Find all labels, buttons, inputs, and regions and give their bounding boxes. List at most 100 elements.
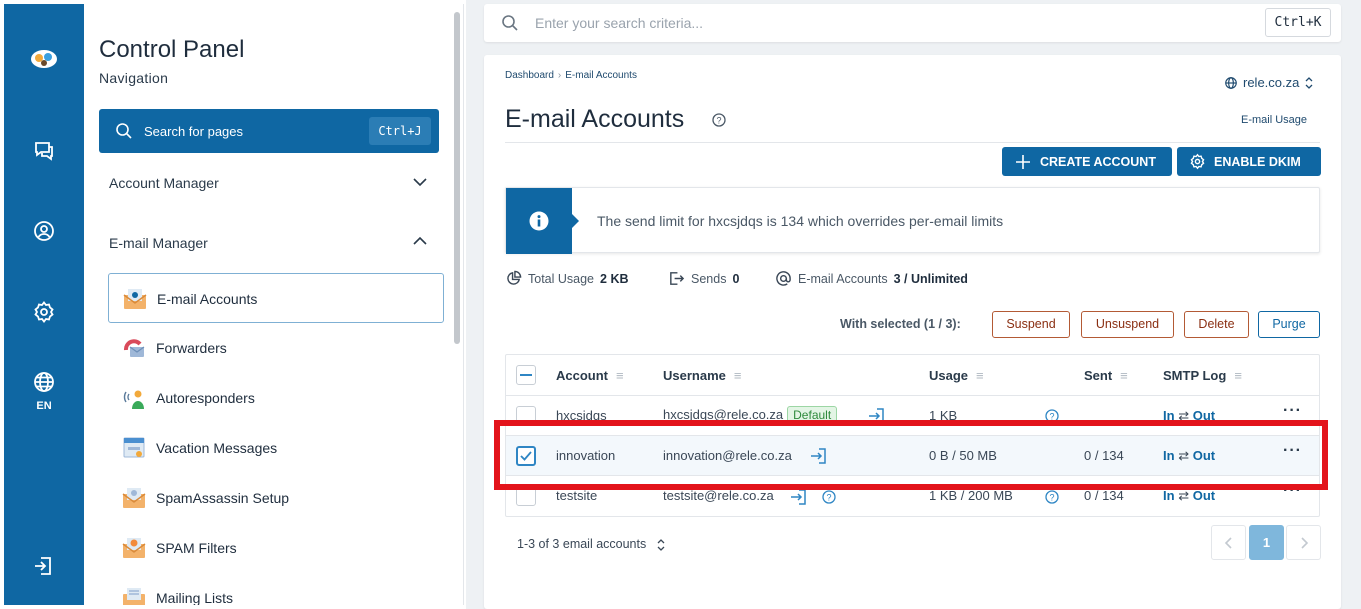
page-search-label: Search for pages <box>144 124 244 139</box>
nav-item-label: SpamAssassin Setup <box>156 490 290 506</box>
email-usage-link[interactable]: E-mail Usage <box>1241 114 1307 126</box>
page-search-button[interactable]: Search for pages Ctrl+J <box>99 109 439 153</box>
send-icon <box>670 272 685 285</box>
spam-filters-icon <box>122 538 146 558</box>
nav-item-forwarders[interactable]: Forwarders <box>108 323 444 373</box>
nav-item-label: Forwarders <box>156 340 227 356</box>
column-smtp-log[interactable]: SMTP Log ≡ <box>1163 368 1242 383</box>
mailing-lists-icon <box>123 588 145 605</box>
search-icon <box>116 123 132 139</box>
breadcrumb-current: E-mail Accounts <box>565 70 637 81</box>
table-header: Account ≡ Username ≡ Usage ≡ Sent ≡ SMTP Log… <box>506 355 1319 395</box>
nav-item-label: Autoresponders <box>156 390 255 406</box>
next-page-button[interactable] <box>1286 525 1321 560</box>
page-1-button[interactable]: 1 <box>1249 525 1284 560</box>
column-username[interactable]: Username ≡ <box>663 368 741 383</box>
nav-item-mailing-lists[interactable]: Mailing Lists <box>108 573 444 605</box>
column-account[interactable]: Account ≡ <box>556 368 624 383</box>
at-sign-icon <box>776 271 791 286</box>
help-icon[interactable]: ? <box>712 113 726 127</box>
breadcrumb-dashboard[interactable]: Dashboard <box>505 70 554 81</box>
create-account-button[interactable]: CREATE ACCOUNT <box>1002 147 1172 176</box>
logo-icon[interactable] <box>28 42 60 74</box>
select-all-checkbox[interactable] <box>516 365 536 385</box>
page-title: E-mail Accounts <box>505 105 685 133</box>
delete-button[interactable]: Delete <box>1184 311 1249 338</box>
minus-icon <box>520 374 532 376</box>
domain-selector[interactable]: rele.co.za <box>1224 75 1314 90</box>
plus-icon <box>1016 154 1030 169</box>
usage-cell: 1 KB / 200 MB <box>929 488 1013 503</box>
enable-dkim-label: ENABLE DKIM <box>1214 154 1301 169</box>
chevron-left-icon <box>1224 536 1232 549</box>
nav-item-spamassassin-setup[interactable]: SpamAssassin Setup <box>108 473 444 523</box>
nav-item-label: Vacation Messages <box>156 440 278 456</box>
sort-icon: ≡ <box>1234 368 1242 383</box>
svg-text:?: ? <box>826 493 831 503</box>
info-icon <box>529 211 549 231</box>
search-icon <box>502 15 518 31</box>
sort-icon: ≡ <box>976 368 984 383</box>
nav-section-email-manager[interactable]: E-mail Manager <box>109 235 208 251</box>
breadcrumb: Dashboard › E-mail Accounts <box>505 70 637 81</box>
nav-scrollbar[interactable] <box>454 12 460 344</box>
swap-icon: ⇄ <box>1178 488 1190 503</box>
sort-icon: ≡ <box>616 368 624 383</box>
nav-section-account-manager[interactable]: Account Manager <box>109 175 219 191</box>
chevron-up-icon[interactable] <box>412 235 428 247</box>
chat-icon[interactable] <box>28 134 60 166</box>
enable-dkim-button[interactable]: ENABLE DKIM <box>1177 147 1321 176</box>
gear-icon[interactable] <box>28 296 60 328</box>
more-options-icon[interactable]: ··· <box>1283 402 1302 420</box>
login-icon[interactable] <box>788 487 808 507</box>
column-sent[interactable]: Sent ≡ <box>1084 368 1128 383</box>
global-search-input[interactable]: Enter your search criteria... <box>535 15 703 31</box>
previous-page-button[interactable] <box>1211 525 1246 560</box>
domain-name: rele.co.za <box>1243 75 1300 90</box>
stat-total-usage: Total Usage 2 KB <box>505 270 629 287</box>
globe-icon[interactable] <box>28 366 60 398</box>
bulk-selection-label: With selected (1 / 3): <box>840 317 961 331</box>
stat-value: 0 <box>732 271 740 286</box>
purge-button[interactable]: Purge <box>1258 311 1320 338</box>
nav-item-vacation-messages[interactable]: Vacation Messages <box>108 423 444 473</box>
navigation-panel: Control Panel Navigation Search for page… <box>84 4 464 605</box>
pie-chart-icon <box>507 270 522 285</box>
help-icon[interactable]: ? <box>1045 490 1059 504</box>
svg-text:?: ? <box>1049 493 1054 503</box>
send-limit-alert: The send limit for hxcsjdqs is 134 which… <box>505 187 1320 254</box>
chevron-down-icon[interactable] <box>412 176 428 188</box>
column-usage[interactable]: Usage ≡ <box>929 368 984 383</box>
alert-side <box>506 188 579 254</box>
vacation-messages-icon <box>123 437 145 458</box>
language-label[interactable]: EN <box>4 400 84 412</box>
global-search-bar[interactable]: Enter your search criteria... Ctrl+K <box>484 4 1341 42</box>
stat-sends: Sends 0 <box>668 270 739 287</box>
globe-icon <box>1225 76 1237 89</box>
nav-item-label: Mailing Lists <box>156 590 234 605</box>
nav-item-email-accounts[interactable]: E-mail Accounts <box>108 273 444 323</box>
nav-item-spam-filters[interactable]: SPAM Filters <box>108 523 444 573</box>
autoresponders-icon <box>123 390 144 409</box>
stat-label: Total Usage <box>528 271 595 286</box>
sort-toggle-icon <box>1305 76 1313 89</box>
logout-icon[interactable] <box>28 550 60 582</box>
nav-title: Control Panel <box>99 36 245 63</box>
divider <box>505 142 1320 143</box>
spamassassin-icon <box>122 488 146 508</box>
suspend-button[interactable]: Suspend <box>992 311 1070 338</box>
help-icon[interactable]: ? <box>822 490 836 504</box>
stat-email-accounts: E-mail Accounts 3 / Unlimited <box>775 270 968 287</box>
user-icon[interactable] <box>28 215 60 247</box>
stat-value: 3 / Unlimited <box>893 271 968 286</box>
sent-cell: 0 / 134 <box>1084 488 1124 503</box>
sort-icon: ≡ <box>733 368 742 383</box>
breadcrumb-separator: › <box>557 70 562 81</box>
app-window: EN Control Panel Navigation Search for p… <box>0 0 1361 609</box>
nav-item-autoresponders[interactable]: Autoresponders <box>108 373 444 423</box>
pagination-summary[interactable]: 1-3 of 3 email accounts <box>517 537 666 551</box>
unsuspend-button[interactable]: Unsuspend <box>1081 311 1174 338</box>
nav-subtitle: Navigation <box>99 70 169 86</box>
smtp-log-cell[interactable]: In ⇄ Out <box>1163 488 1215 504</box>
main-card: Dashboard › E-mail Accounts rele.co.za E-m… <box>484 55 1341 609</box>
